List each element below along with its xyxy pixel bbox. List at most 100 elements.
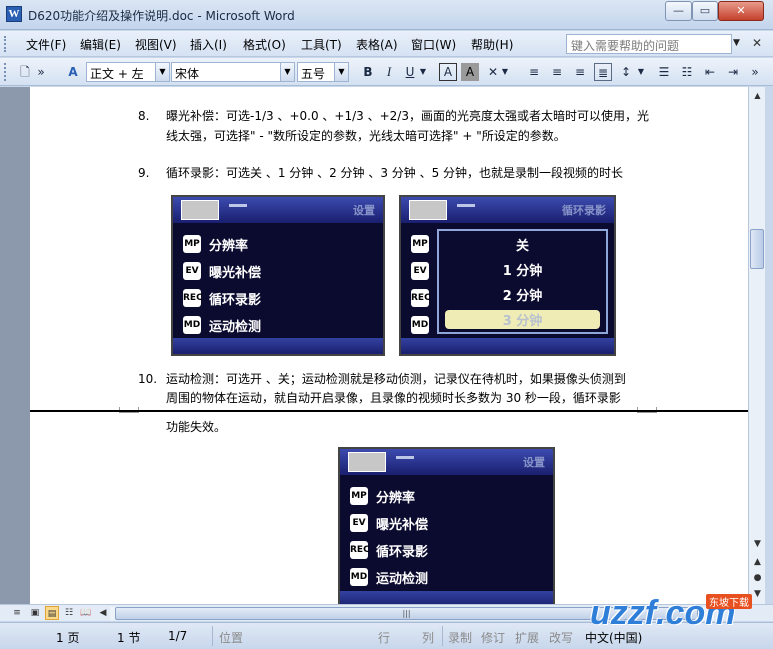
font-select[interactable]: 宋体 ▼	[171, 62, 295, 82]
chevron-down-icon[interactable]: ▼	[155, 63, 169, 81]
osd-label: 分辨率	[376, 491, 416, 506]
numbering-icon[interactable]: ☰	[655, 63, 673, 81]
normal-view-icon[interactable]: ≡	[10, 606, 24, 620]
chevron-down-icon[interactable]: ▼	[334, 63, 348, 81]
watermark-sub-text: 东坡下载	[706, 594, 752, 609]
scroll-thumb[interactable]	[750, 229, 764, 269]
italic-button[interactable]: I	[380, 63, 398, 81]
loop-record-icon: REC	[183, 289, 203, 307]
status-column: 列	[422, 631, 435, 645]
osd-label: 曝光补偿	[209, 266, 262, 281]
scroll-down-icon[interactable]: ▼	[749, 537, 766, 551]
osd-menu-image: 设置 MP 分辨率 EV 曝光补偿 REC 循环录影 MD 运动检测	[338, 447, 555, 604]
font-size-value: 五号	[301, 67, 326, 81]
char-shading-button[interactable]: A	[461, 63, 479, 81]
paragraph-text: 线太强，可选择" - "数所设定的参数，光线太暗可选择" + "所设定的参数。	[166, 129, 566, 143]
exposure-icon: EV	[350, 514, 368, 532]
align-right-icon[interactable]: ≡	[571, 63, 589, 81]
osd-option: 1 分钟	[502, 264, 543, 279]
osd-label: 循环录影	[209, 293, 262, 308]
underline-dropdown-icon[interactable]: ▼	[418, 63, 428, 81]
menu-help[interactable]: 帮助(H)	[471, 36, 513, 53]
bold-button[interactable]: B	[359, 63, 377, 81]
menu-format[interactable]: 格式(O)	[243, 36, 286, 53]
motion-detect-icon: MD	[350, 568, 368, 586]
menu-file[interactable]: 文件(F)	[26, 36, 66, 53]
toolbar-options-icon[interactable]: »	[750, 63, 760, 81]
line-spacing-dropdown-icon[interactable]: ▼	[636, 63, 646, 81]
document-area[interactable]: 8. 曝光补偿：可选-1/3 、+0.0 、+1/3 、+2/3，画面的光亮度太…	[0, 87, 748, 604]
print-layout-icon[interactable]: ▤	[45, 606, 59, 620]
scroll-up-icon[interactable]: ▲	[749, 87, 766, 104]
char-scale-dropdown-icon[interactable]: ▼	[500, 63, 510, 81]
menu-edit[interactable]: 编辑(E)	[80, 36, 121, 53]
osd-option-selected: 3 分钟	[445, 310, 600, 329]
status-line: 行	[378, 631, 391, 645]
osd-bottom-bar	[173, 338, 383, 354]
status-extend[interactable]: 扩展	[515, 629, 539, 646]
menu-insert[interactable]: 插入(I)	[190, 36, 227, 53]
page-break-line	[30, 410, 748, 412]
style-select[interactable]: 正文 + 左 ▼	[86, 62, 170, 82]
menu-window[interactable]: 窗口(W)	[411, 36, 456, 53]
vertical-scrollbar[interactable]: ▲ ▼ ▲ ● ▼	[748, 87, 765, 604]
osd-tab-bar: 设置	[173, 197, 383, 223]
help-search-input[interactable]: 键入需要帮助的问题	[566, 34, 732, 54]
osd-label: 分辨率	[209, 239, 249, 254]
status-overtype[interactable]: 改写	[549, 629, 573, 646]
align-center-icon[interactable]: ≡	[548, 63, 566, 81]
motion-detect-icon: MD	[183, 316, 201, 334]
word-app-icon[interactable]: W	[6, 6, 22, 22]
menu-table[interactable]: 表格(A)	[356, 36, 398, 53]
paragraph-text: 循环录影：可选关 、1 分钟 、2 分钟 、3 分钟 、5 分钟，也就是录制一段…	[166, 166, 624, 180]
paragraph-text: 曝光补偿：可选-1/3 、+0.0 、+1/3 、+2/3，画面的光亮度太强或者…	[166, 109, 649, 123]
char-border-button[interactable]: A	[439, 63, 457, 81]
font-size-select[interactable]: 五号 ▼	[297, 62, 349, 82]
close-document-icon[interactable]: ✕	[752, 36, 762, 50]
status-record[interactable]: 录制	[448, 629, 472, 646]
toolbar-options-icon[interactable]: »	[36, 63, 46, 81]
previous-page-icon[interactable]: ▲	[749, 555, 766, 569]
list-item: 周围的物体在运动，就自动开启录像，且录像的视频时长多数为 30 秒一段，循环录影	[166, 387, 621, 409]
osd-tab-bar: 循环录影	[401, 197, 614, 223]
justify-icon[interactable]: ≣	[594, 63, 612, 81]
web-layout-icon[interactable]: ▣	[28, 606, 42, 620]
reading-layout-icon[interactable]: 📖	[79, 606, 93, 620]
bullets-icon[interactable]: ☷	[678, 63, 696, 81]
list-number: 10.	[138, 372, 158, 386]
osd-bottom-bar	[401, 338, 614, 354]
osd-tab-label: 循环录影	[562, 204, 606, 217]
toolbar-grip[interactable]	[4, 36, 7, 52]
status-page: 1 页	[56, 631, 80, 645]
line-spacing-icon[interactable]: ↕	[617, 63, 635, 81]
select-browse-object-icon[interactable]: ●	[749, 571, 766, 585]
status-track-changes[interactable]: 修订	[481, 629, 505, 646]
maximize-button[interactable]: ▭	[692, 1, 718, 21]
paragraph-text: 功能失效。	[166, 420, 227, 434]
outline-view-icon[interactable]: ☷	[62, 606, 76, 620]
menu-tools[interactable]: 工具(T)	[301, 36, 342, 53]
resolution-icon: MP	[183, 235, 201, 253]
formatting-toolbar: 🗋 » A 正文 + 左 ▼ 宋体 ▼ 五号 ▼ B I U ▼ A A ✕ ▼…	[0, 58, 773, 86]
document-page[interactable]: 8. 曝光补偿：可选-1/3 、+0.0 、+1/3 、+2/3，画面的光亮度太…	[30, 87, 748, 604]
styles-pane-icon[interactable]: A	[64, 63, 82, 81]
increase-indent-icon[interactable]: ⇥	[724, 63, 742, 81]
folder-icon	[181, 200, 219, 220]
close-button[interactable]: ✕	[718, 1, 764, 21]
help-dropdown-icon[interactable]: ▼	[733, 38, 740, 48]
scroll-left-icon[interactable]: ◀	[96, 606, 110, 620]
osd-tab-bar: 设置	[340, 449, 553, 475]
exposure-icon: EV	[183, 262, 201, 280]
toolbar-grip[interactable]	[4, 63, 10, 81]
align-left-icon[interactable]: ≡	[525, 63, 543, 81]
underline-button[interactable]: U	[401, 63, 419, 81]
osd-submenu-image: 循环录影 MP EV REC MD 关 1 分钟 2 分钟 3 分钟	[399, 195, 616, 356]
osd-tab-label: 设置	[353, 204, 375, 217]
minimize-button[interactable]: —	[665, 1, 692, 21]
resolution-icon: MP	[411, 235, 429, 253]
wrench-icon	[229, 204, 247, 216]
menu-view[interactable]: 视图(V)	[135, 36, 177, 53]
new-document-icon[interactable]: 🗋	[16, 63, 34, 81]
chevron-down-icon[interactable]: ▼	[280, 63, 294, 81]
decrease-indent-icon[interactable]: ⇤	[701, 63, 719, 81]
